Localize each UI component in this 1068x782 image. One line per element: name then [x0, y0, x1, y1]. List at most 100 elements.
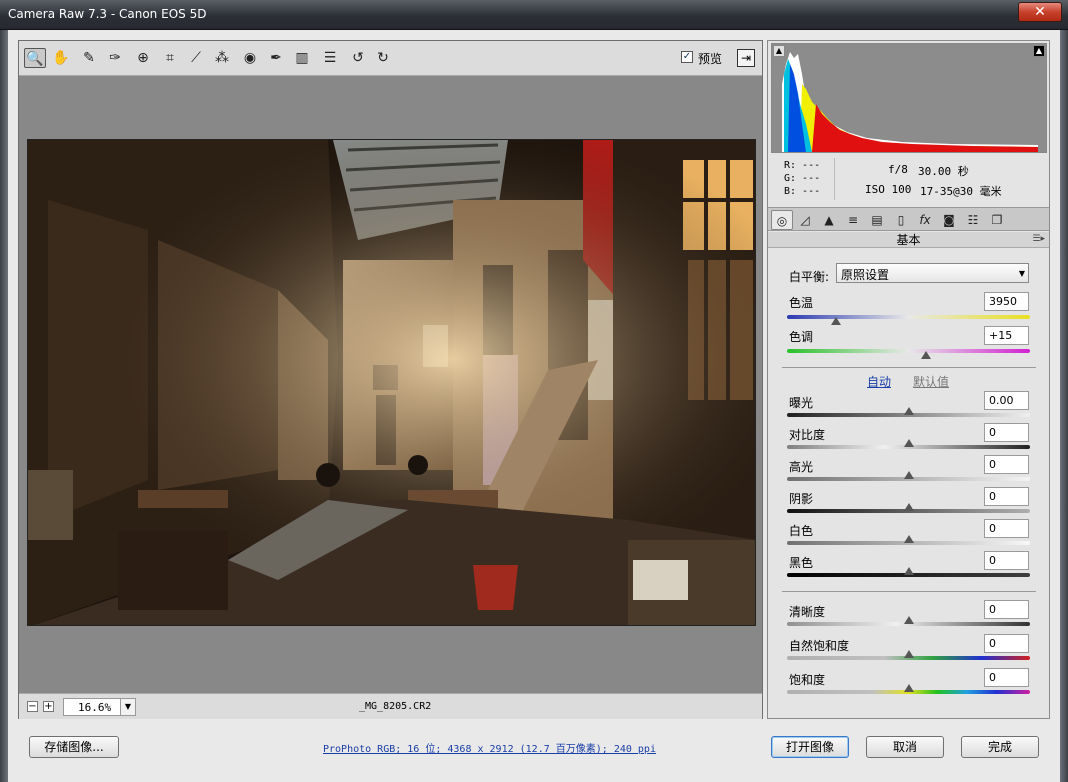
- file-name: _MG_8205.CR2: [359, 701, 432, 712]
- exposure-field[interactable]: 0.00: [984, 391, 1029, 410]
- contrast-label: 对比度: [789, 428, 826, 442]
- tab-lens-corrections-icon[interactable]: ▯: [890, 210, 912, 230]
- temperature-field[interactable]: 3950: [984, 292, 1029, 311]
- tab-hsl-icon[interactable]: ≡: [842, 210, 864, 230]
- highlights-slider-thumb[interactable]: [903, 471, 914, 479]
- tab-snapshots-icon[interactable]: ❐: [986, 210, 1008, 230]
- temperature-slider-thumb[interactable]: [830, 317, 841, 325]
- zoom-out-button[interactable]: −: [27, 701, 38, 712]
- rotate-cw-icon[interactable]: ↻: [372, 48, 394, 68]
- vibrance-field[interactable]: 0: [984, 634, 1029, 653]
- default-link[interactable]: 默认值: [913, 373, 949, 390]
- rotate-ccw-icon[interactable]: ↺: [347, 48, 369, 68]
- saturation-label: 饱和度: [789, 673, 826, 687]
- exposure-label: 曝光: [789, 396, 814, 410]
- zoom-bar: − + 16.6% ▼ _MG_8205.CR2: [19, 693, 762, 719]
- readout-g: G: ---: [784, 173, 821, 184]
- spot-removal-tool-icon[interactable]: ⁂: [211, 48, 233, 68]
- clarity-slider-thumb[interactable]: [903, 616, 914, 624]
- auto-link[interactable]: 自动: [867, 373, 891, 390]
- window-title: Camera Raw 7.3 - Canon EOS 5D: [8, 7, 207, 21]
- exposure-slider-thumb[interactable]: [903, 407, 914, 415]
- temperature-slider-track[interactable]: [787, 315, 1030, 319]
- blacks-field[interactable]: 0: [984, 551, 1029, 570]
- street-scene-photo: [28, 140, 755, 625]
- tab-camera-calibration-icon[interactable]: ◙: [938, 210, 960, 230]
- tint-slider-track[interactable]: [787, 349, 1030, 353]
- whites-slider-thumb[interactable]: [903, 535, 914, 543]
- open-image-button[interactable]: 打开图像: [771, 736, 849, 758]
- red-eye-tool-icon[interactable]: ◉: [239, 48, 261, 68]
- iso-value: ISO 100: [865, 183, 912, 196]
- shadows-slider-thumb[interactable]: [903, 503, 914, 511]
- contrast-field[interactable]: 0: [984, 423, 1029, 442]
- adjustment-brush-icon[interactable]: ✒: [265, 48, 287, 68]
- cancel-button[interactable]: 取消: [866, 736, 944, 758]
- vibrance-label: 自然饱和度: [789, 639, 850, 653]
- shadows-field[interactable]: 0: [984, 487, 1029, 506]
- crop-tool-icon[interactable]: ⌗: [159, 48, 181, 68]
- graduated-filter-icon[interactable]: ▥: [291, 48, 313, 68]
- highlights-field[interactable]: 0: [984, 455, 1029, 474]
- whites-field[interactable]: 0: [984, 519, 1029, 538]
- panel-tab-bar: ◎ ◿ ▲ ≡ ▤ ▯ fx ◙ ☷ ❐: [768, 207, 1049, 231]
- tab-split-toning-icon[interactable]: ▤: [866, 210, 888, 230]
- shutter-value: 30.00 秒: [918, 165, 969, 178]
- highlight-clipping-toggle[interactable]: ▲: [1033, 45, 1045, 57]
- window-close-button[interactable]: ✕: [1018, 2, 1062, 22]
- zoom-tool-icon[interactable]: 🔍: [24, 48, 46, 68]
- tint-slider-thumb[interactable]: [920, 351, 931, 359]
- white-balance-label: 白平衡:: [789, 270, 830, 284]
- fullscreen-toggle-icon[interactable]: ⇥: [737, 49, 755, 67]
- preview-label: 预览: [698, 52, 723, 66]
- tint-label: 色调: [789, 330, 814, 344]
- tab-basic-icon[interactable]: ◎: [771, 210, 793, 230]
- window-frame-left: [0, 30, 8, 782]
- aperture-value: f/8: [888, 163, 908, 176]
- section-divider: [782, 591, 1036, 592]
- window-frame-right: [1060, 30, 1068, 782]
- preferences-icon[interactable]: ☰: [319, 48, 341, 68]
- hand-tool-icon[interactable]: ✋: [50, 48, 72, 68]
- tab-presets-icon[interactable]: ☷: [962, 210, 984, 230]
- section-title: 基本: [768, 232, 1049, 248]
- vibrance-slider-thumb[interactable]: [903, 650, 914, 658]
- clarity-field[interactable]: 0: [984, 600, 1029, 619]
- preview-checkbox[interactable]: ✓: [681, 51, 693, 63]
- done-button[interactable]: 完成: [961, 736, 1039, 758]
- clarity-label: 清晰度: [789, 605, 826, 619]
- whites-label: 白色: [789, 524, 814, 538]
- zoom-in-button[interactable]: +: [43, 701, 54, 712]
- readout-b: B: ---: [784, 186, 821, 197]
- save-image-button[interactable]: 存储图像...: [29, 736, 119, 758]
- targeted-adjustment-tool-icon[interactable]: ⊕: [132, 48, 154, 68]
- histogram: ▲ ▲: [771, 43, 1047, 153]
- chevron-down-icon: ▼: [1018, 269, 1025, 278]
- white-balance-value: 原照设置: [841, 268, 890, 282]
- saturation-field[interactable]: 0: [984, 668, 1029, 687]
- blacks-slider-thumb[interactable]: [903, 567, 914, 575]
- contrast-slider-thumb[interactable]: [903, 439, 914, 447]
- straighten-tool-icon[interactable]: ⟋: [185, 48, 207, 68]
- highlights-label: 高光: [789, 460, 814, 474]
- preview-image[interactable]: [27, 139, 756, 626]
- tab-detail-icon[interactable]: ▲: [818, 210, 840, 230]
- saturation-slider-thumb[interactable]: [903, 684, 914, 692]
- white-balance-select[interactable]: 原照设置 ▼: [836, 263, 1029, 283]
- lens-value: 17-35@30 毫米: [920, 185, 1002, 198]
- shadow-clipping-toggle[interactable]: ▲: [773, 45, 785, 57]
- workflow-options-link[interactable]: ProPhoto RGB; 16 位; 4368 x 2912 (12.7 百万…: [323, 740, 656, 755]
- tab-effects-icon[interactable]: fx: [914, 210, 936, 230]
- adjustments-panel: ▲ ▲ R: --- G: --- B: --- f/8 30.00 秒 ISO…: [767, 40, 1050, 719]
- temperature-label: 色温: [789, 296, 814, 310]
- tint-field[interactable]: +15: [984, 326, 1029, 345]
- zoom-level-field[interactable]: 16.6%: [63, 698, 121, 716]
- white-balance-tool-icon[interactable]: ✎: [78, 48, 100, 68]
- tab-tone-curve-icon[interactable]: ◿: [794, 210, 816, 230]
- zoom-dropdown-icon[interactable]: ▼: [120, 698, 136, 716]
- title-bar: Camera Raw 7.3 - Canon EOS 5D ✕: [0, 0, 1068, 30]
- color-sampler-tool-icon[interactable]: ✑: [104, 48, 126, 68]
- preview-panel: 🔍 ✋ ✎ ✑ ⊕ ⌗ ⟋ ⁂ ◉ ✒ ▥ ☰ ↺ ↻ ✓ 预览 ⇥ − + 1…: [18, 40, 763, 719]
- readout-divider: [834, 158, 835, 200]
- panel-menu-icon[interactable]: ☰▸: [1032, 234, 1045, 244]
